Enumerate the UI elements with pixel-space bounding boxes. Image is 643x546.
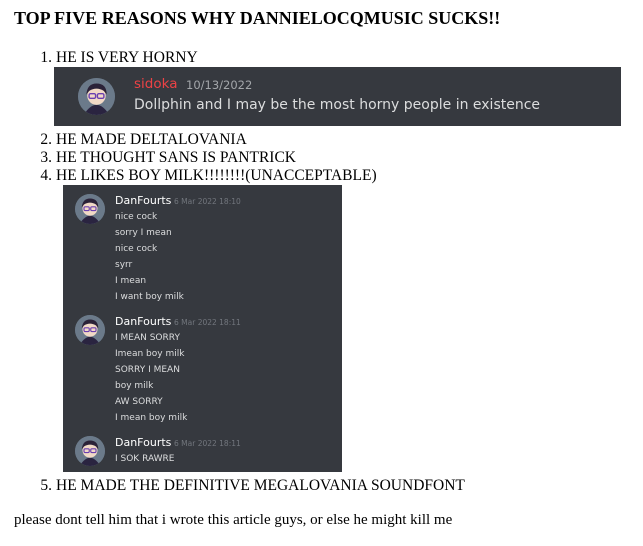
list-number: 3. xyxy=(40,149,52,166)
discord-screenshot-danfourts: DanFourts 6 Mar 2022 18:10 nice cock sor… xyxy=(63,185,342,472)
list-text: HE IS VERY HORNY xyxy=(56,49,198,66)
list-text: HE MADE DELTALOVANIA xyxy=(56,131,247,148)
list-item-2: 2. HE MADE DELTALOVANIA xyxy=(30,131,247,149)
message-line: I SOK RAWRE xyxy=(115,454,175,464)
message-line: I want boy milk xyxy=(115,292,184,302)
list-number: 4. xyxy=(40,167,52,184)
list-text: HE THOUGHT SANS IS PANTRICK xyxy=(56,149,297,166)
list-item-1: 1. HE IS VERY HORNY xyxy=(30,49,198,67)
discord-screenshot-sidoka: sidoka 10/13/2022 Dollphin and I may be … xyxy=(54,67,621,126)
avatar xyxy=(75,194,105,224)
list-text: HE MADE THE DEFINITIVE MEGALOVANIA SOUND… xyxy=(56,477,465,494)
message-line: Imean boy milk xyxy=(115,349,185,359)
page-title: TOP FIVE REASONS WHY DANNIELOCQMUSIC SUC… xyxy=(14,8,501,28)
timestamp: 6 Mar 2022 18:11 xyxy=(174,439,241,448)
message-text: Dollphin and I may be the most horny peo… xyxy=(134,97,541,113)
message-line: sorry I mean xyxy=(115,228,172,238)
article-page: TOP FIVE REASONS WHY DANNIELOCQMUSIC SUC… xyxy=(0,0,643,546)
timestamp: 10/13/2022 xyxy=(186,78,253,92)
list-number: 5. xyxy=(40,477,52,494)
message-line: nice cock xyxy=(115,212,158,222)
list-item-4: 4. HE LIKES BOY MILK!!!!!!!!(UNACCEPTABLE… xyxy=(30,167,377,185)
list-text: HE LIKES BOY MILK!!!!!!!!(UNACCEPTABLE) xyxy=(56,167,377,184)
message-line: AW SORRY xyxy=(115,397,163,407)
username: sidoka xyxy=(134,76,178,92)
list-item-5: 5. HE MADE THE DEFINITIVE MEGALOVANIA SOU… xyxy=(30,477,465,495)
timestamp: 6 Mar 2022 18:11 xyxy=(174,318,241,327)
message-line: syrr xyxy=(115,260,133,270)
username: DanFourts xyxy=(115,194,172,207)
message-line: I mean boy milk xyxy=(115,413,188,423)
message-line: nice cock xyxy=(115,244,158,254)
message-line: I MEAN SORRY xyxy=(115,333,180,343)
message-line: boy milk xyxy=(115,381,154,391)
list-number: 1. xyxy=(40,49,52,66)
message-line: SORRY I MEAN xyxy=(115,365,180,375)
username: DanFourts xyxy=(115,315,172,328)
list-number: 2. xyxy=(40,131,52,148)
message-line: I mean xyxy=(115,276,147,286)
timestamp: 6 Mar 2022 18:10 xyxy=(174,197,241,206)
avatar xyxy=(75,436,105,466)
username: DanFourts xyxy=(115,436,172,449)
closing-note: please dont tell him that i wrote this a… xyxy=(14,512,453,528)
avatar xyxy=(75,315,105,345)
avatar xyxy=(78,78,115,115)
list-item-3: 3. HE THOUGHT SANS IS PANTRICK xyxy=(30,149,296,167)
